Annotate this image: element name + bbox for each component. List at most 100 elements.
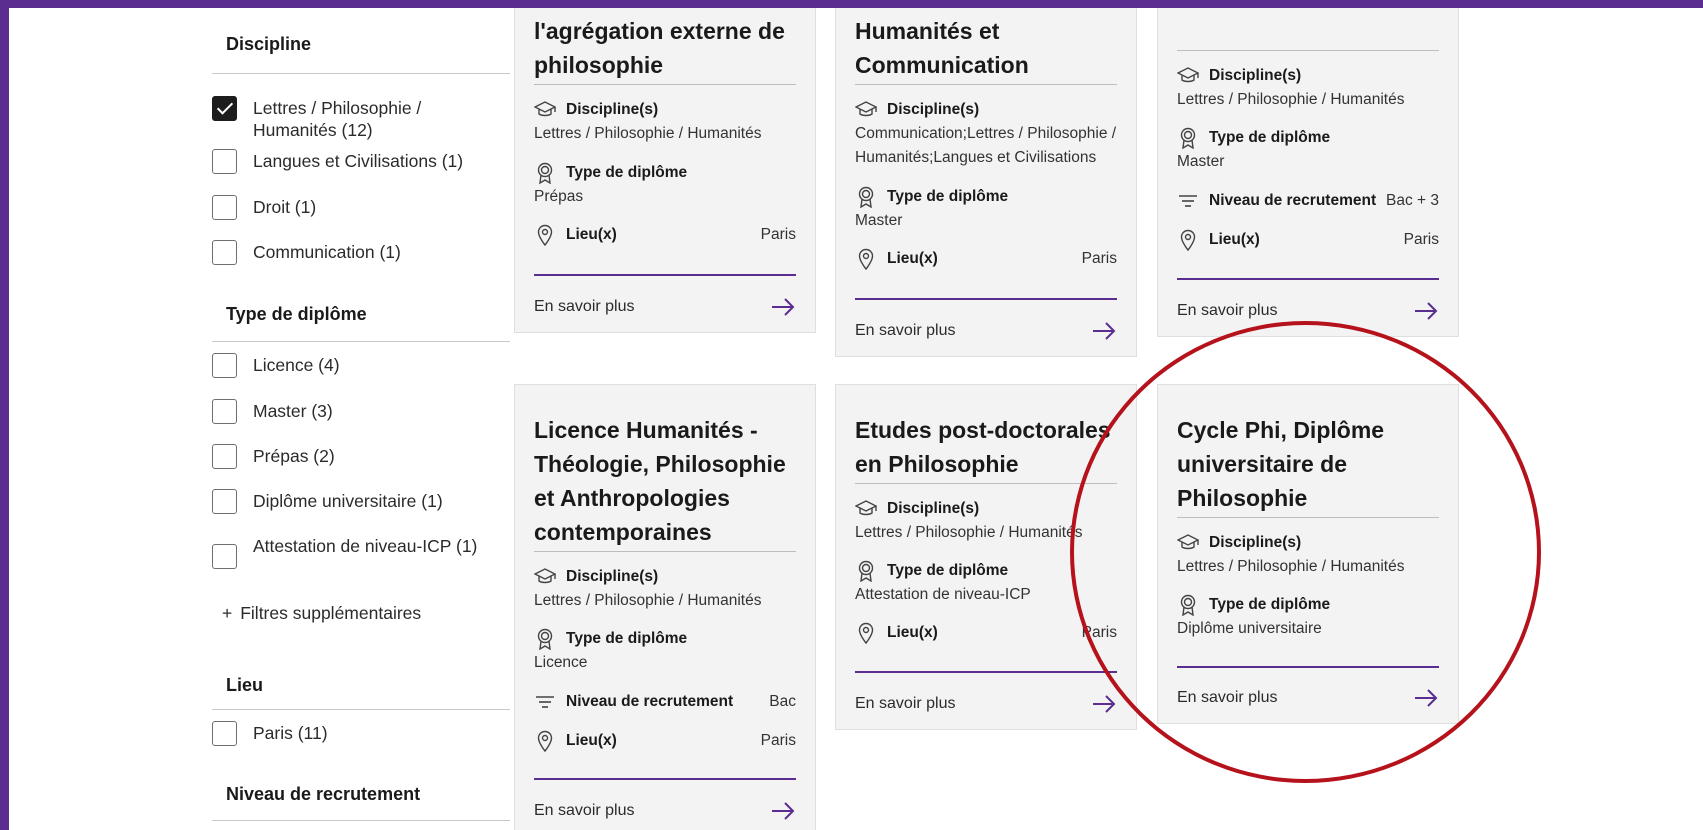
field-label: Type de diplôme	[887, 188, 1009, 205]
learn-more-link[interactable]: En savoir plus	[855, 694, 1117, 714]
learn-more-label: En savoir plus	[534, 298, 635, 315]
filter-option-licence[interactable]: Licence (4)	[212, 353, 340, 378]
field-label: Type de diplôme	[566, 164, 688, 181]
field-label: Discipline(s)	[887, 500, 980, 517]
award-medal-icon	[1177, 594, 1199, 616]
filter-option-droit[interactable]: Droit (1)	[212, 195, 316, 220]
checkbox[interactable]	[212, 240, 237, 265]
filter-option-diplome-universitaire[interactable]: Diplôme universitaire (1)	[212, 489, 443, 514]
filter-option-label: Licence (4)	[253, 355, 340, 375]
field-value: Master	[855, 212, 903, 229]
card-discipline: Discipline(s) Communication;Lettres / Ph…	[855, 98, 1117, 170]
card-diploma: Type de diplôme Licence	[534, 627, 796, 675]
filter-lines-icon	[534, 691, 556, 713]
filter-option-langues[interactable]: Langues et Civilisations (1)	[212, 149, 463, 174]
card-accent-line	[534, 778, 796, 780]
filter-heading-location: Lieu	[226, 675, 264, 695]
checkbox[interactable]	[212, 149, 237, 174]
card-diploma: Type de diplôme Attestation de niveau-IC…	[855, 559, 1117, 607]
card-diploma: Type de diplôme Diplôme universitaire	[1177, 593, 1439, 641]
program-card[interactable]: Cycle Phi, Diplôme universitaire de Phil…	[1157, 384, 1459, 724]
divider	[212, 341, 510, 342]
divider	[1177, 517, 1439, 518]
filter-option-label: Langues et Civilisations (1)	[253, 151, 464, 171]
field-label: Lieu(x)	[566, 732, 617, 749]
field-label: Niveau de recrutement	[566, 693, 734, 710]
checkbox[interactable]	[212, 544, 237, 569]
card-title: Cycle Phi, Diplôme universitaire de Phil…	[1177, 417, 1385, 511]
field-label: Discipline(s)	[566, 568, 659, 585]
divider	[534, 84, 796, 85]
filter-option-attestation[interactable]: Attestation de niveau-ICP (1)	[212, 536, 493, 569]
card-recruitment: Niveau de recrutement Bac + 3	[1177, 189, 1439, 213]
field-label: Discipline(s)	[1209, 534, 1302, 551]
field-value: Communication;Lettres / Philosophie / Hu…	[855, 125, 1117, 166]
filter-option-master[interactable]: Master (3)	[212, 399, 333, 424]
field-label: Type de diplôme	[1209, 596, 1331, 613]
card-discipline: Discipline(s) Lettres / Philosophie / Hu…	[1177, 531, 1439, 579]
card-location: Lieu(x) Paris	[534, 223, 796, 247]
program-card[interactable]: humanisme Discipline(s) Lettres / Philos…	[1157, 8, 1459, 337]
learn-more-label: En savoir plus	[534, 802, 635, 819]
field-label: Type de diplôme	[566, 630, 688, 647]
learn-more-label: En savoir plus	[1177, 689, 1278, 706]
divider	[534, 551, 796, 552]
checkbox[interactable]	[212, 399, 237, 424]
award-medal-icon	[855, 186, 877, 208]
graduation-cap-icon	[534, 566, 556, 588]
card-accent-line	[1177, 278, 1439, 280]
card-title: Humanités et Communication	[855, 18, 1029, 78]
filter-option-prepas[interactable]: Prépas (2)	[212, 444, 335, 469]
program-card[interactable]: Humanités et Communication Discipline(s)…	[835, 8, 1137, 357]
field-label: Discipline(s)	[566, 101, 659, 118]
field-label: Lieu(x)	[566, 226, 617, 243]
award-medal-icon	[855, 560, 877, 582]
field-label: Discipline(s)	[887, 101, 980, 118]
checkbox[interactable]	[212, 721, 237, 746]
card-title: Etudes post-doctorales en Philosophie	[855, 417, 1111, 477]
learn-more-link[interactable]: En savoir plus	[855, 321, 1117, 341]
arrow-right-icon	[1091, 321, 1117, 341]
field-value: Lettres / Philosophie / Humanités	[1177, 91, 1405, 108]
learn-more-link[interactable]: En savoir plus	[1177, 688, 1439, 708]
field-value: Lettres / Philosophie / Humanités	[1177, 558, 1405, 575]
learn-more-link[interactable]: En savoir plus	[534, 801, 796, 821]
program-card[interactable]: Licence Humanités - Théologie, Philosoph…	[514, 384, 816, 830]
filter-option-label: Diplôme universitaire (1)	[253, 491, 443, 511]
learn-more-label: En savoir plus	[855, 322, 956, 339]
card-title: humanisme	[1177, 8, 1439, 14]
field-value: Attestation de niveau-ICP	[855, 586, 1031, 603]
filter-option-paris[interactable]: Paris (11)	[212, 721, 328, 746]
program-card[interactable]: l'agrégation externe de philosophie Disc…	[514, 8, 816, 333]
filter-option-communication[interactable]: Communication (1)	[212, 240, 401, 265]
card-title: Licence Humanités - Théologie, Philosoph…	[534, 417, 786, 545]
checkbox[interactable]	[212, 489, 237, 514]
more-filters-link[interactable]: + Filtres supplémentaires	[222, 603, 421, 624]
checkbox[interactable]	[212, 444, 237, 469]
divider	[212, 709, 510, 710]
field-label: Lieu(x)	[887, 250, 938, 267]
card-diploma: Type de diplôme Master	[855, 185, 1117, 233]
field-label: Lieu(x)	[887, 624, 938, 641]
learn-more-link[interactable]: En savoir plus	[1177, 301, 1439, 321]
divider	[212, 820, 510, 821]
field-value: Diplôme universitaire	[1177, 620, 1322, 637]
field-label: Niveau de recrutement	[1209, 192, 1377, 209]
program-card[interactable]: Etudes post-doctorales en Philosophie Di…	[835, 384, 1137, 730]
field-value: Licence	[534, 654, 588, 671]
divider	[1177, 50, 1439, 51]
field-value: Bac + 3	[1386, 192, 1439, 209]
arrow-right-icon	[770, 297, 796, 317]
learn-more-link[interactable]: En savoir plus	[534, 297, 796, 317]
field-value: Lettres / Philosophie / Humanités	[855, 524, 1083, 541]
checkbox[interactable]	[212, 195, 237, 220]
graduation-cap-icon	[534, 99, 556, 121]
award-medal-icon	[1177, 127, 1199, 149]
arrow-right-icon	[1413, 301, 1439, 321]
filter-option-lettres[interactable]: Lettres / Philosophie / Humanités (12)	[212, 96, 453, 141]
card-accent-line	[855, 671, 1117, 673]
card-discipline: Discipline(s) Lettres / Philosophie / Hu…	[1177, 64, 1439, 112]
checkbox-checked[interactable]	[212, 96, 237, 121]
map-pin-icon	[855, 622, 877, 644]
checkbox[interactable]	[212, 353, 237, 378]
